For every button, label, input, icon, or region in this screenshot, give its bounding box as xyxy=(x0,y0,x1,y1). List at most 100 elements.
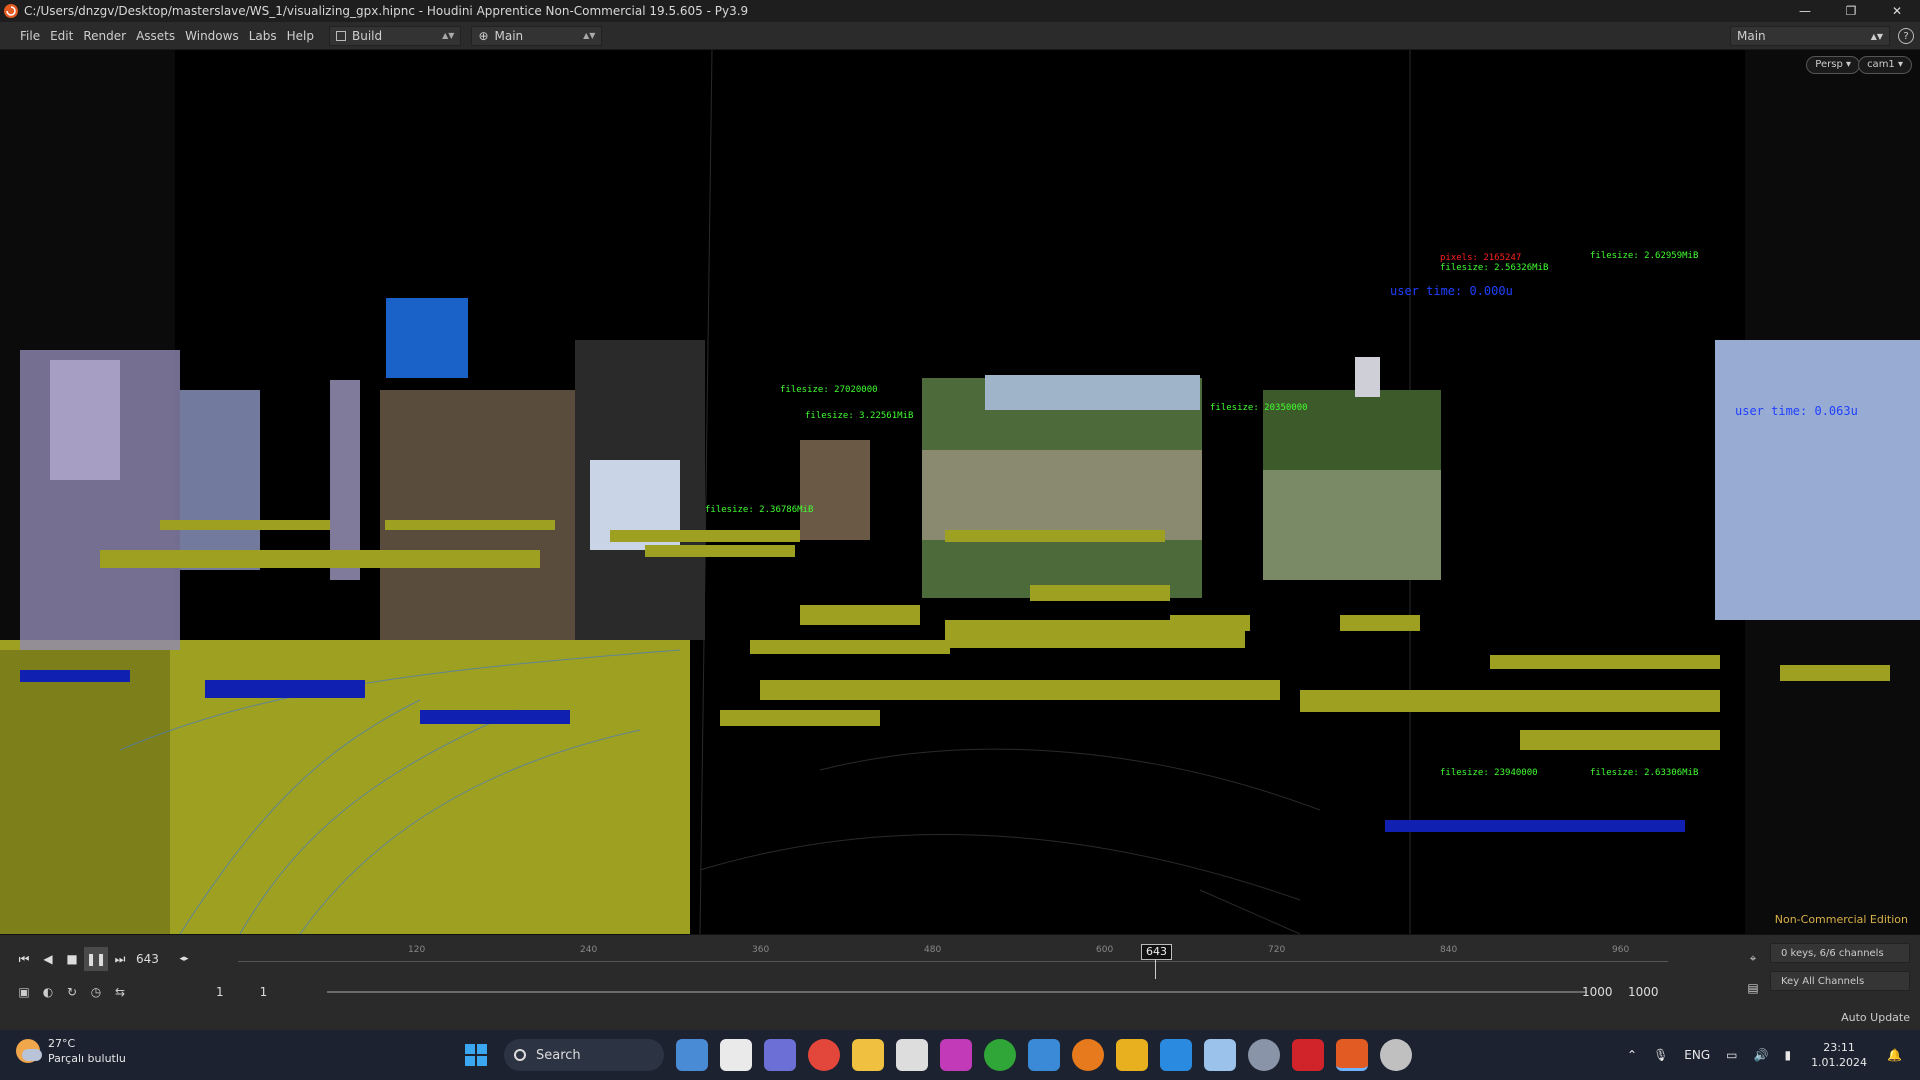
key-all-channels-select[interactable]: Key All Channels xyxy=(1770,971,1910,991)
overlay-label: filesize: 27020000 xyxy=(780,385,878,395)
audio-icon[interactable]: ◐ xyxy=(36,981,60,1003)
weather-widget[interactable]: 27°C Parçalı bulutlu xyxy=(16,1036,126,1066)
clock-icon[interactable]: ◷ xyxy=(84,981,108,1003)
edition-label: Non-Commercial Edition xyxy=(1774,913,1908,926)
scene-viewport[interactable]: pixels: 2165247 filesize: 2.56326MiB fil… xyxy=(0,50,1920,934)
ruler-tick: 480 xyxy=(924,945,942,955)
houdini-taskbar-icon[interactable] xyxy=(1336,1039,1368,1071)
playback-start-field[interactable]: 1 xyxy=(260,985,268,999)
weather-temp: 27°C xyxy=(48,1037,76,1050)
inkscape-icon[interactable] xyxy=(896,1039,928,1071)
jump-end-icon[interactable]: ⏭ xyxy=(108,947,132,971)
keys-channels-select[interactable]: 0 keys, 6/6 channels xyxy=(1770,943,1910,963)
timeline-track[interactable] xyxy=(238,961,1668,979)
menu-labs[interactable]: Labs xyxy=(244,22,282,50)
menu-windows[interactable]: Windows xyxy=(180,22,244,50)
window-title: C:/Users/dnzgv/Desktop/masterslave/WS_1/… xyxy=(24,4,749,18)
key-channels-icon[interactable]: ▤ xyxy=(1741,977,1765,999)
menu-edit[interactable]: Edit xyxy=(45,22,78,50)
pane-select[interactable]: ⊕ Main ▲▼ xyxy=(471,25,603,46)
desktop-select-label: Build xyxy=(352,28,383,43)
timeline-ruler[interactable]: 120 240 360 480 600 720 840 960 643 xyxy=(238,941,1668,983)
task-view-icon[interactable] xyxy=(720,1039,752,1071)
minimize-button[interactable]: — xyxy=(1782,0,1828,22)
weather-desc: Parçalı bulutlu xyxy=(48,1052,126,1065)
clock-time: 23:11 xyxy=(1823,1041,1855,1054)
desktop-icon xyxy=(336,30,346,41)
menu-file[interactable]: File xyxy=(0,22,45,50)
auto-update-select[interactable]: Auto Update xyxy=(1841,1011,1910,1024)
maximize-button[interactable]: ❐ xyxy=(1828,0,1874,22)
current-frame-field[interactable]: 643 xyxy=(132,948,172,970)
ruler-tick: 840 xyxy=(1440,945,1458,955)
close-button[interactable]: ✕ xyxy=(1874,0,1920,22)
range-controls: ▣ ◐ ↻ ◷ ⇆ 1 1 1000 1000 xyxy=(12,981,1692,1003)
file-explorer-icon[interactable] xyxy=(852,1039,884,1071)
updown-arrows-icon: ▲▼ xyxy=(583,31,596,40)
battery-icon[interactable]: ▮ xyxy=(1784,1048,1791,1062)
widgets-icon[interactable] xyxy=(676,1039,708,1071)
loop-icon[interactable]: ↻ xyxy=(60,981,84,1003)
network-icon[interactable]: ▭ xyxy=(1726,1048,1737,1062)
stop-icon[interactable]: ■ xyxy=(60,947,84,971)
blender-icon[interactable] xyxy=(1072,1039,1104,1071)
houdini-app-icon xyxy=(4,4,18,18)
menu-assets[interactable]: Assets xyxy=(131,22,180,50)
main-radial-select[interactable]: Main ▲▼ xyxy=(1730,26,1890,46)
git-icon[interactable] xyxy=(1116,1039,1148,1071)
windows-taskbar: 27°C Parçalı bulutlu Search ⌃ 🎙 ENG ▭ 🔊 … xyxy=(0,1030,1920,1080)
title-bar: C:/Users/dnzgv/Desktop/masterslave/WS_1/… xyxy=(0,0,1920,22)
instagram-icon[interactable] xyxy=(940,1039,972,1071)
play-reverse-icon[interactable]: ◀ xyxy=(36,947,60,971)
weather-cloud-icon xyxy=(16,1039,42,1063)
frame-step-icon[interactable]: ⇆ xyxy=(108,981,132,1003)
overlay-label: filesize: 20350000 xyxy=(1210,403,1308,413)
overlay-label: user time: 0.063u xyxy=(1735,404,1858,418)
current-frame-marker[interactable]: 643 xyxy=(1141,944,1172,960)
help-icon[interactable]: ? xyxy=(1898,28,1914,44)
range-slider[interactable] xyxy=(327,991,1587,993)
playback-end-field[interactable]: 1000 xyxy=(1582,985,1613,999)
main-radial-label: Main xyxy=(1737,29,1766,43)
chevron-up-icon[interactable]: ⌃ xyxy=(1627,1048,1637,1062)
step-frame-icon[interactable]: ◂▸ xyxy=(172,947,196,971)
jump-start-icon[interactable]: ⏮ xyxy=(12,947,36,971)
microphone-icon[interactable]: 🎙 xyxy=(1653,1048,1668,1062)
vscode-icon[interactable] xyxy=(1160,1039,1192,1071)
acrobat-icon[interactable] xyxy=(1292,1039,1324,1071)
menu-render[interactable]: Render xyxy=(78,22,131,50)
notification-bell-icon[interactable]: 🔔 xyxy=(1887,1048,1902,1062)
ruler-tick: 240 xyxy=(580,945,598,955)
desktop-select[interactable]: Build ▲▼ xyxy=(329,25,462,46)
range-end-field[interactable]: 1000 xyxy=(1628,985,1659,999)
range-start-field[interactable]: 1 xyxy=(216,985,224,999)
timeline-bar: ⏮ ◀ ■ ❚❚ ⏭ 643 ◂▸ 120 240 360 480 600 72… xyxy=(0,934,1920,1030)
language-indicator[interactable]: ENG xyxy=(1684,1048,1710,1062)
taskbar-clock[interactable]: 23:11 1.01.2024 xyxy=(1811,1040,1867,1070)
persp-menu-button[interactable]: Persp ▾ xyxy=(1806,56,1860,74)
pane-select-label: Main xyxy=(494,28,524,43)
camera-menu-button[interactable]: cam1 ▾ xyxy=(1858,56,1912,74)
volume-icon[interactable]: 🔊 xyxy=(1754,1048,1769,1062)
ruler-tick: 120 xyxy=(408,945,426,955)
settings-icon[interactable] xyxy=(1248,1039,1280,1071)
playback-controls: ⏮ ◀ ■ ❚❚ ⏭ 643 ◂▸ xyxy=(12,947,196,971)
key-icon[interactable]: ⌖ xyxy=(1741,947,1765,969)
chrome-icon[interactable] xyxy=(808,1039,840,1071)
taskbar-search[interactable]: Search xyxy=(504,1039,664,1071)
system-tray: ⌃ 🎙 ENG ▭ 🔊 ▮ 23:11 1.01.2024 🔔 xyxy=(1619,1030,1910,1080)
menu-bar: File Edit Render Assets Windows Labs Hel… xyxy=(0,22,1920,50)
windows-start-icon[interactable] xyxy=(460,1039,492,1071)
overlay-label: pixels: 2165247 xyxy=(1440,253,1521,263)
notepad-icon[interactable] xyxy=(1028,1039,1060,1071)
xbox-icon[interactable] xyxy=(984,1039,1016,1071)
houdini-window: C:/Users/dnzgv/Desktop/masterslave/WS_1/… xyxy=(0,0,1920,1080)
realtime-icon[interactable]: ▣ xyxy=(12,981,36,1003)
houdini-launcher-icon[interactable] xyxy=(1380,1039,1412,1071)
teams-icon[interactable] xyxy=(764,1039,796,1071)
overlay-label: filesize: 2.56326MiB xyxy=(1440,263,1548,273)
ruler-tick: 720 xyxy=(1268,945,1286,955)
menu-help[interactable]: Help xyxy=(282,22,319,50)
mail-icon[interactable] xyxy=(1204,1039,1236,1071)
pause-icon[interactable]: ❚❚ xyxy=(84,947,108,971)
